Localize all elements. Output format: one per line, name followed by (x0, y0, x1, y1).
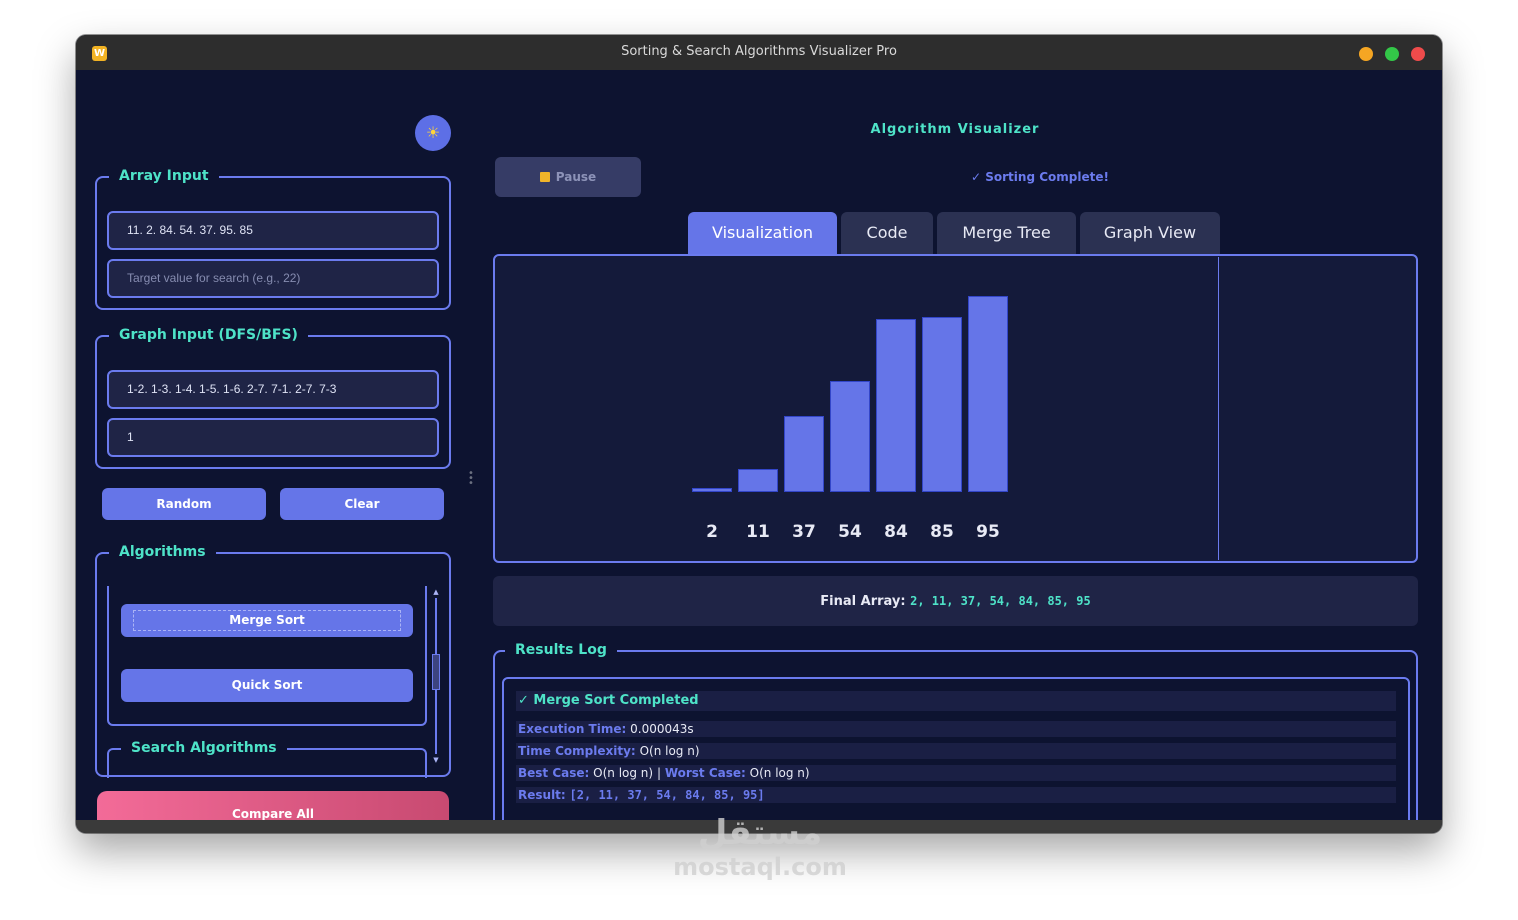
best-case-label: Best Case: (518, 766, 590, 780)
app-content: ☀ Array Input 11. 2. 84. 54. 37. 95. 85 … (80, 70, 1438, 833)
graph-input-group: Graph Input (DFS/BFS) 1-2. 1-3. 1-4. 1-5… (95, 325, 451, 469)
bar-label-54: 54 (838, 522, 862, 542)
pause-icon (539, 172, 550, 182)
separator: | (656, 766, 661, 780)
bar-11 (738, 469, 778, 492)
minimize-button[interactable] (1359, 47, 1373, 61)
watermark: مستقل mostaql.com (640, 813, 880, 881)
bar-84 (876, 319, 916, 492)
bar-54 (830, 381, 870, 492)
window-title: Sorting & Search Algorithms Visualizer P… (621, 44, 897, 59)
log-result: Result: [2, 11, 37, 54, 84, 85, 95] (516, 787, 1396, 803)
status-message: ✓ Sorting Complete! (971, 170, 1109, 184)
worst-case-value: O(n log n) (749, 766, 810, 780)
app-window: W Sorting & Search Algorithms Visualizer… (76, 35, 1442, 833)
results-log-entry: ✓ Merge Sort Completed Execution Time: 0… (502, 677, 1410, 826)
graph-edges-field[interactable]: 1-2. 1-3. 1-4. 1-5. 1-6. 2-7. 7-1. 2-7. … (107, 370, 439, 409)
best-case-value: O(n log n) (593, 766, 654, 780)
pause-label: Pause (555, 170, 597, 184)
graph-start-node-field[interactable]: 1 (107, 418, 439, 457)
scroll-down-icon[interactable]: ▼ (432, 756, 440, 764)
search-algorithms-title: Search Algorithms (121, 738, 287, 758)
final-array-label: Final Array: (820, 594, 906, 609)
result-value: [2, 11, 37, 54, 84, 85, 95] (569, 788, 765, 802)
target-value-field[interactable]: Target value for search (e.g., 22) (107, 259, 439, 298)
log-time-complexity: Time Complexity: O(n log n) (516, 743, 1396, 759)
graph-input-title: Graph Input (DFS/BFS) (109, 325, 308, 345)
log-execution-time: Execution Time: 0.000043s (516, 721, 1396, 737)
tab-graph-view[interactable]: Graph View (1080, 212, 1220, 254)
visualizer-title: Algorithm Visualizer (870, 122, 1040, 137)
algorithms-scrollbar[interactable]: ▲ ▼ (432, 588, 440, 764)
maximize-button[interactable] (1385, 47, 1399, 61)
algorithms-title: Algorithms (109, 542, 216, 562)
side-info-pane (1218, 257, 1416, 560)
bar-2 (692, 488, 732, 492)
bar-label-2: 2 (706, 522, 718, 542)
clear-button[interactable]: Clear (280, 488, 444, 520)
scroll-thumb[interactable] (432, 654, 440, 690)
quick-sort-button[interactable]: Quick Sort (121, 669, 413, 702)
sorting-algorithms-list: Merge Sort Quick Sort (107, 586, 427, 726)
array-input-title: Array Input (109, 166, 219, 186)
bar-label-95: 95 (976, 522, 1000, 542)
time-complexity-value: O(n log n) (639, 744, 700, 758)
log-best-worst: Best Case: O(n log n) | Worst Case: O(n … (516, 765, 1396, 781)
worst-case-label: Worst Case: (664, 766, 746, 780)
bar-37 (784, 416, 824, 492)
array-input-group: Array Input 11. 2. 84. 54. 37. 95. 85 Ta… (95, 166, 451, 310)
visualization-panel: 2 11 37 54 84 85 95 (493, 254, 1418, 563)
bar-label-85: 85 (930, 522, 954, 542)
final-array-bar: Final Array: 2, 11, 37, 54, 84, 85, 95 (493, 576, 1418, 626)
bar-85 (922, 317, 962, 492)
results-log-group: Results Log ✓ Merge Sort Completed Execu… (493, 640, 1418, 833)
bar-95 (968, 296, 1008, 492)
final-array-values: 2, 11, 37, 54, 84, 85, 95 (910, 594, 1091, 608)
search-algorithms-group: Search Algorithms (107, 738, 427, 778)
execution-time-label: Execution Time: (518, 722, 627, 736)
watermark-arabic: مستقل (697, 813, 823, 853)
array-input-field[interactable]: 11. 2. 84. 54. 37. 95. 85 (107, 211, 439, 250)
scroll-up-icon[interactable]: ▲ (432, 588, 440, 596)
time-complexity-label: Time Complexity: (518, 744, 636, 758)
title-bar: W Sorting & Search Algorithms Visualizer… (76, 35, 1442, 70)
watermark-latin: mostaql.com (673, 853, 847, 881)
algorithms-group: Algorithms Merge Sort Quick Sort Search … (95, 542, 451, 778)
result-label: Result: (518, 788, 566, 802)
execution-time-value: 0.000043s (630, 722, 694, 736)
close-button[interactable] (1411, 47, 1425, 61)
bar-label-37: 37 (792, 522, 816, 542)
tab-visualization[interactable]: Visualization (688, 212, 837, 254)
log-heading: ✓ Merge Sort Completed (516, 691, 1396, 711)
results-log-title: Results Log (505, 640, 617, 660)
bar-label-11: 11 (746, 522, 770, 542)
tab-code[interactable]: Code (841, 212, 933, 254)
theme-toggle-button[interactable]: ☀ (415, 115, 451, 151)
panel-splitter-handle[interactable]: • • • (468, 469, 474, 489)
bar-label-84: 84 (884, 522, 908, 542)
sun-icon: ☀ (425, 123, 441, 142)
random-button[interactable]: Random (102, 488, 266, 520)
merge-sort-button[interactable]: Merge Sort (121, 604, 413, 637)
focus-ring (133, 610, 401, 631)
pause-button[interactable]: Pause (495, 157, 641, 197)
tab-merge-tree[interactable]: Merge Tree (937, 212, 1076, 254)
